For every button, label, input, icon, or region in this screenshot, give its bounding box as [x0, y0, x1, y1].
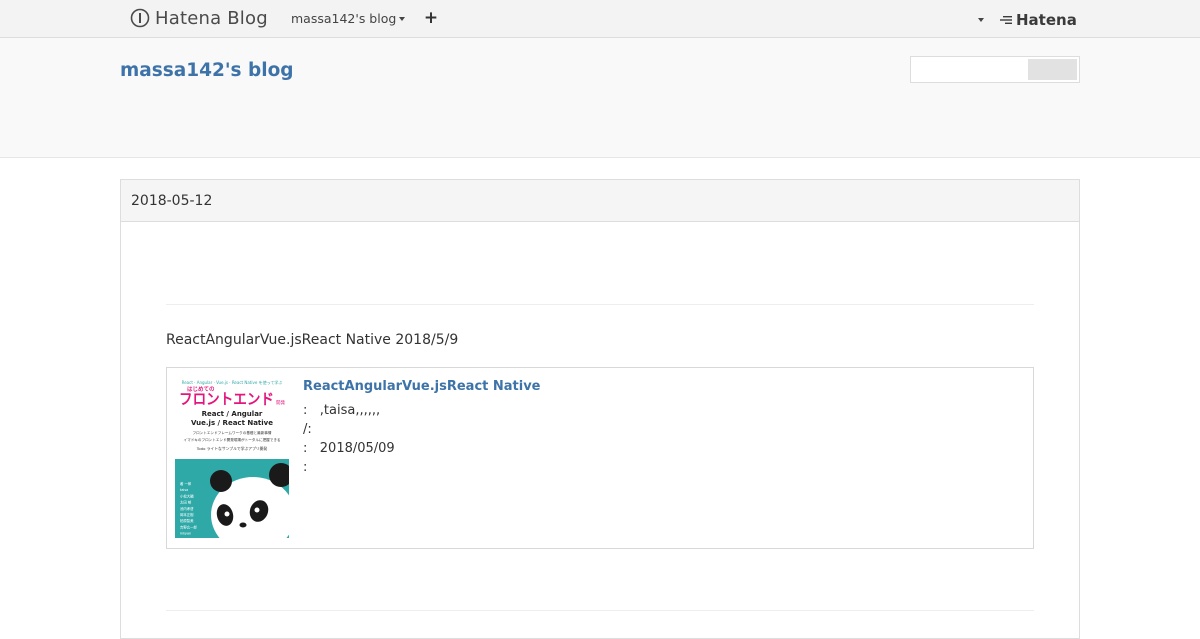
- svg-text:Todo ライトなサンプルで学ぶアプリ開発: Todo ライトなサンプルで学ぶアプリ開発: [196, 446, 268, 451]
- chevron-down-icon: [399, 17, 406, 21]
- search-input[interactable]: [913, 59, 1027, 80]
- entry-date[interactable]: 2018-05-12: [121, 180, 1079, 222]
- book-cover-image[interactable]: React · Angular · Vue.js · React Native …: [175, 377, 289, 538]
- hatena-logo-text: Hatena: [1016, 11, 1077, 29]
- chevron-down-icon: [978, 18, 984, 22]
- book-publisher-line: /:: [303, 422, 312, 437]
- svg-text:フロントエンドフレームワークの基礎と最新事情: フロントエンドフレームワークの基礎と最新事情: [193, 430, 272, 435]
- book-date-line: : 2018/05/09: [303, 441, 395, 456]
- book-cover-author: 柏原智美: [180, 518, 194, 523]
- hatena-blog-logo[interactable]: Hatena Blog: [130, 7, 268, 29]
- book-cover-author: 岡本正樹: [180, 512, 194, 517]
- entry-body-text: ReactAngularVue.jsReact Native 2018/5/9: [166, 332, 459, 348]
- global-header: Hatena Blog massa142's blog + Hatena: [0, 0, 1200, 38]
- svg-text:React / Angular: React / Angular: [202, 410, 263, 418]
- hatena-blog-logo-text: Hatena Blog: [155, 7, 268, 29]
- svg-text:イマドキのフロントエンド開発現場がトータルに把握できる: イマドキのフロントエンド開発現場がトータルに把握できる: [184, 437, 281, 442]
- svg-text:フロントエンド: フロントエンド: [179, 390, 274, 408]
- entry-article: 2018-05-12 ReactAngularVue.jsReact Nativ…: [120, 179, 1080, 639]
- panda-ear: [210, 470, 232, 492]
- search-form: [910, 56, 1080, 83]
- book-cover-author: 太田 郁: [180, 500, 192, 505]
- divider: [166, 304, 1034, 305]
- user-menu-toggle[interactable]: [974, 16, 984, 22]
- book-cover-author: inkyan: [180, 532, 191, 536]
- blog-switcher-label: massa142's blog: [291, 11, 397, 26]
- svg-text:React · Angular · Vue.js · Rea: React · Angular · Vue.js · React Native …: [182, 379, 283, 385]
- divider: [166, 610, 1034, 611]
- book-cover-illustration: React · Angular · Vue.js · React Native …: [175, 377, 289, 538]
- book-title-link[interactable]: ReactAngularVue.jsReact Native: [303, 379, 541, 394]
- book-author-line: : ,taisa,,,,,,: [303, 403, 381, 418]
- blog-header: massa142's blog: [0, 38, 1200, 158]
- book-cover-author: taisa: [180, 488, 188, 492]
- svg-text:Vue.js / React Native: Vue.js / React Native: [191, 419, 273, 427]
- book-cover-author: 池内孝啓: [180, 506, 194, 511]
- svg-text:開発: 開発: [276, 399, 285, 406]
- panda-nose: [239, 522, 247, 528]
- book-embed-card: React · Angular · Vue.js · React Native …: [166, 367, 1034, 549]
- blog-title-link[interactable]: massa142's blog: [120, 60, 294, 81]
- book-media-line: :: [303, 460, 308, 475]
- search-button[interactable]: [1028, 59, 1077, 80]
- book-cover-author: 著 一郎: [180, 481, 192, 486]
- hatena-blog-logo-icon: [130, 8, 150, 28]
- hatena-dash-icon: [1000, 16, 1012, 24]
- blog-switcher-menu[interactable]: massa142's blog: [291, 11, 406, 26]
- book-cover-author: 小松大輔: [180, 493, 194, 498]
- new-post-button[interactable]: +: [423, 8, 439, 28]
- hatena-home-link[interactable]: Hatena: [999, 10, 1077, 30]
- book-cover-author: 吉野広一郎: [180, 524, 198, 529]
